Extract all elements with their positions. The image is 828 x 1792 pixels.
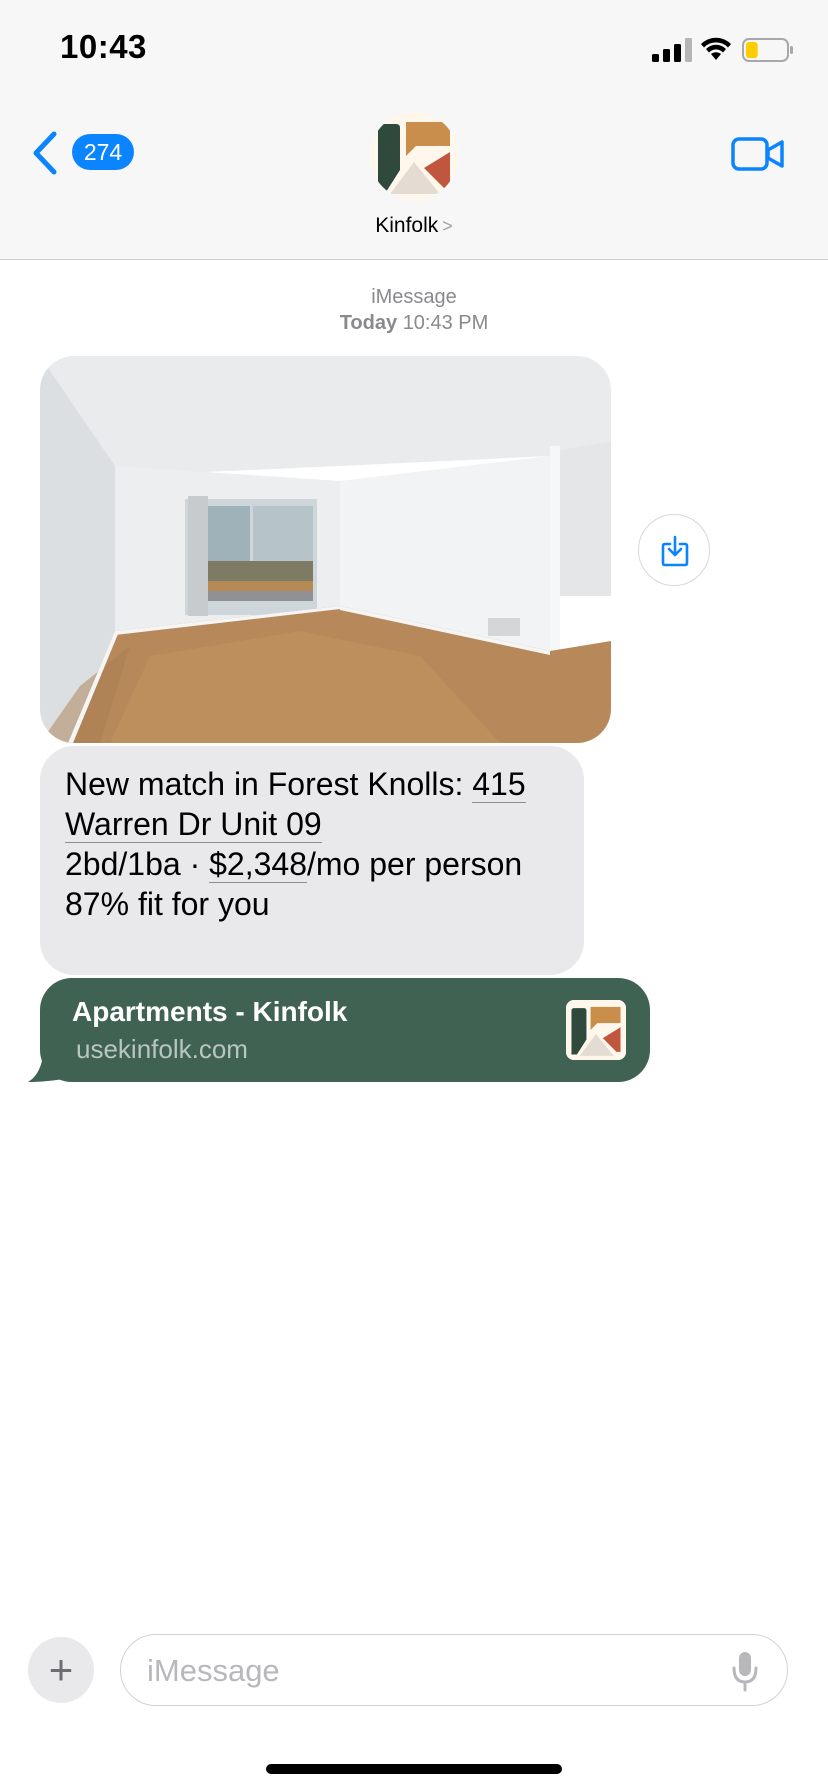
link-preview-thumbnail [566, 1000, 626, 1060]
message-timestamp: Today 10:43 PM [0, 312, 828, 335]
chevron-right-icon: > [442, 216, 453, 236]
message-bubble[interactable]: New match in Forest Knolls: 415 Warren D… [40, 746, 584, 975]
timestamp-day: Today [339, 312, 398, 334]
contact-name[interactable]: Kinfolk > [0, 214, 828, 238]
kinfolk-logo-icon [370, 112, 458, 200]
chevron-left-icon[interactable] [30, 130, 58, 176]
home-indicator[interactable] [266, 1764, 562, 1774]
link-preview-card[interactable]: Apartments - Kinfolk usekinfolk.com [40, 978, 650, 1082]
message-input-placeholder: iMessage [147, 1653, 280, 1688]
message-input[interactable]: iMessage [120, 1634, 788, 1706]
wifi-icon [701, 37, 731, 60]
apps-plus-button[interactable]: + [28, 1637, 94, 1703]
service-label: iMessage [371, 286, 457, 308]
kinfolk-logo-icon [566, 1000, 626, 1060]
unread-count-badge[interactable]: 274 [72, 134, 134, 170]
beds-baths-text: 2bd/1ba · [65, 846, 210, 882]
contact-name-label: Kinfolk [375, 214, 439, 237]
cellular-signal-icon [652, 38, 692, 62]
apartment-photo[interactable] [40, 356, 611, 743]
plus-icon: + [48, 1646, 74, 1693]
save-photo-button[interactable] [638, 514, 710, 586]
video-camera-icon[interactable] [730, 134, 786, 174]
download-icon [661, 535, 689, 567]
timestamp-time: 10:43 PM [402, 312, 489, 334]
apartment-photo-image [40, 356, 611, 743]
status-time: 10:43 [60, 28, 147, 65]
fit-score-text: 87% fit for you [65, 886, 270, 922]
price-link[interactable]: $2,348 [209, 846, 307, 883]
match-intro-text: New match in Forest Knolls: [65, 766, 473, 802]
messages-screen: 10:43 274 Kinfolk > iMessage Today 10:43… [0, 0, 828, 1792]
price-suffix-text: /mo per person [306, 846, 523, 882]
microphone-icon[interactable] [730, 1650, 760, 1692]
conversation-header: 274 Kinfolk > [0, 100, 828, 260]
link-preview-title: Apartments - Kinfolk [72, 996, 348, 1027]
contact-avatar[interactable] [370, 112, 458, 200]
link-preview-domain: usekinfolk.com [76, 1034, 248, 1064]
battery-icon [742, 38, 793, 62]
status-bar: 10:43 [0, 0, 828, 100]
